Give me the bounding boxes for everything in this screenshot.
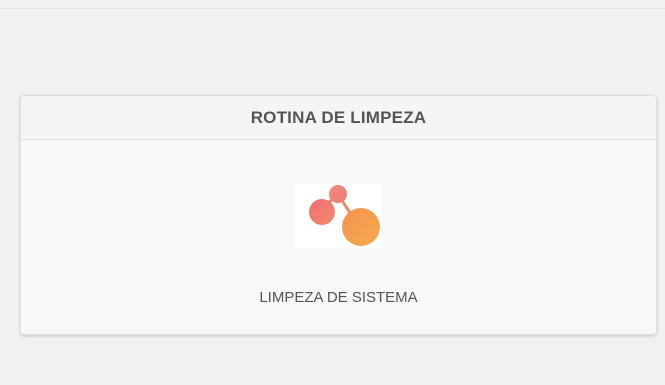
top-divider (0, 8, 665, 9)
system-cleanup-item[interactable]: LIMPEZA DE SISTEMA (21, 140, 656, 334)
card-header: ROTINA DE LIMPEZA (21, 96, 656, 140)
task-label: LIMPEZA DE SISTEMA (259, 289, 418, 306)
card-body: LIMPEZA DE SISTEMA (21, 140, 656, 334)
molecule-logo-icon (294, 184, 382, 248)
card-title: ROTINA DE LIMPEZA (250, 107, 427, 127)
cleaning-routine-card: ROTINA DE LIMPEZA LIMPEZA DE SISTEMA (20, 95, 657, 335)
